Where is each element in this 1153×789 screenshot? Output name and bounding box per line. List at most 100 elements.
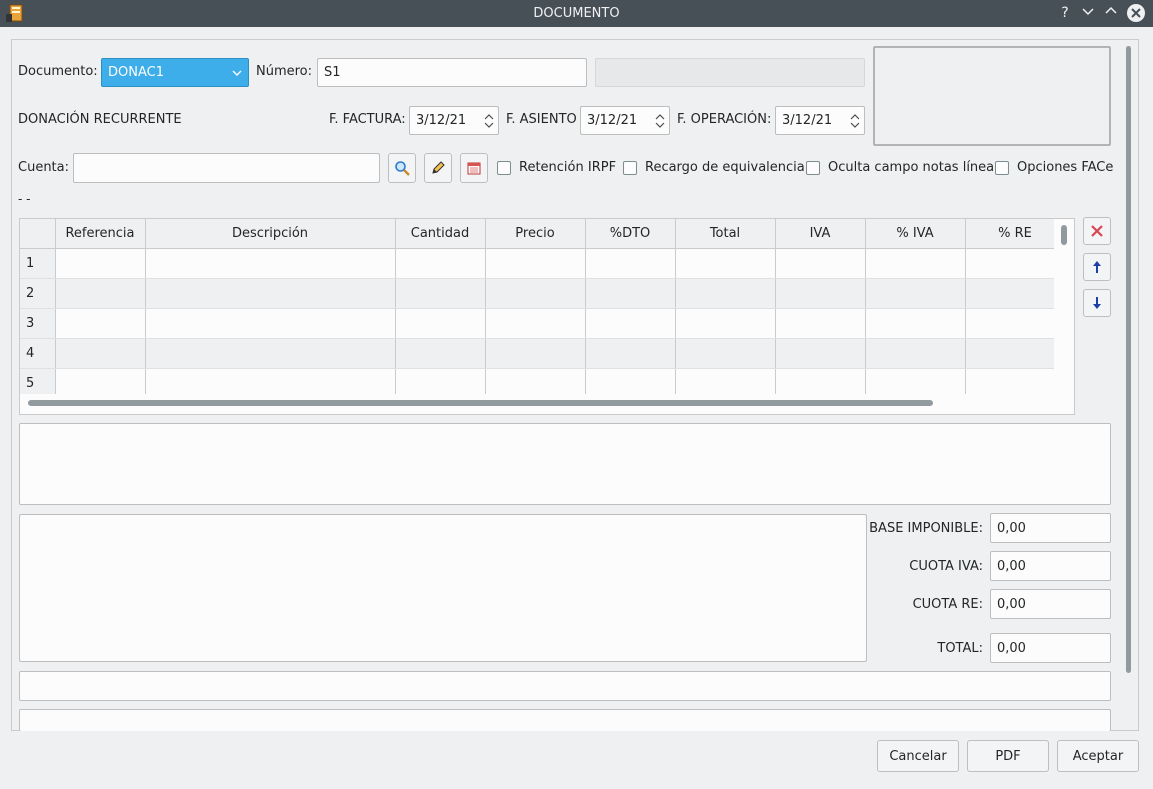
search-account-button[interactable]	[388, 153, 416, 183]
table-cell[interactable]	[485, 308, 586, 339]
cuota-iva-value: 0,00	[997, 558, 1026, 574]
table-cell[interactable]	[585, 248, 676, 279]
f-asiento-label: F. ASIENTO	[506, 112, 577, 127]
chevron-down-icon	[1082, 8, 1094, 16]
line-notes-area[interactable]	[19, 423, 1111, 505]
table-cell[interactable]	[395, 338, 486, 369]
recargo-equivalencia-checkbox[interactable]: Recargo de equivalencia	[623, 160, 805, 175]
table-cell[interactable]	[395, 308, 486, 339]
table-cell[interactable]	[965, 278, 1066, 309]
table-cell[interactable]	[675, 338, 776, 369]
column-header[interactable]: %DTO	[585, 219, 676, 249]
numero-label: Número:	[256, 64, 313, 79]
documento-label: Documento:	[18, 64, 98, 79]
table-cell[interactable]	[865, 338, 966, 369]
spin-arrows-icon[interactable]	[850, 111, 860, 131]
maximize-button[interactable]	[1102, 4, 1120, 22]
table-cell[interactable]	[55, 278, 146, 309]
row-number[interactable]: 4	[20, 338, 56, 369]
table-cell[interactable]	[965, 338, 1066, 369]
calendar-button[interactable]	[460, 153, 488, 183]
minimize-button[interactable]	[1079, 4, 1097, 22]
numero-extra-field	[595, 58, 865, 87]
table-cell[interactable]	[865, 248, 966, 279]
table-vscroll-thumb[interactable]	[1061, 225, 1067, 245]
extra-field-2[interactable]	[19, 709, 1111, 731]
table-hscroll-thumb[interactable]	[28, 400, 933, 406]
table-cell[interactable]	[865, 308, 966, 339]
cuota-iva-field[interactable]: 0,00	[990, 551, 1111, 581]
column-header[interactable]: Cantidad	[395, 219, 486, 249]
row-number[interactable]: 1	[20, 248, 56, 279]
total-field[interactable]: 0,00	[990, 633, 1111, 663]
edit-account-button[interactable]	[424, 153, 452, 183]
table-cell[interactable]	[585, 278, 676, 309]
move-up-button[interactable]	[1083, 253, 1111, 281]
table-cell[interactable]	[485, 248, 586, 279]
table-cell[interactable]	[675, 308, 776, 339]
oculta-notas-checkbox[interactable]: Oculta campo notas línea	[806, 160, 994, 175]
table-cell[interactable]	[775, 308, 866, 339]
f-operacion-date[interactable]: 3/12/21	[775, 106, 865, 135]
cuota-re-field[interactable]: 0,00	[990, 589, 1111, 619]
spin-arrows-icon[interactable]	[655, 111, 665, 131]
table-cell[interactable]	[145, 308, 396, 339]
checkbox-box[interactable]	[623, 160, 637, 175]
f-factura-label: F. FACTURA:	[329, 112, 406, 127]
documento-value: DONAC1	[108, 65, 164, 80]
column-header[interactable]: Total	[675, 219, 776, 249]
accept-button[interactable]: Aceptar	[1057, 740, 1139, 772]
table-cell[interactable]	[485, 338, 586, 369]
checkbox-box[interactable]	[806, 160, 820, 175]
cancel-button[interactable]: Cancelar	[877, 740, 959, 772]
table-cell[interactable]	[775, 248, 866, 279]
table-cell[interactable]	[485, 278, 586, 309]
table-cell[interactable]	[775, 338, 866, 369]
row-number[interactable]: 2	[20, 278, 56, 309]
delete-line-button[interactable]	[1083, 217, 1111, 245]
checkbox-box[interactable]	[995, 160, 1009, 175]
column-header[interactable]: % RE	[965, 219, 1066, 249]
pdf-button[interactable]: PDF	[967, 740, 1049, 772]
column-header[interactable]: Descripción	[145, 219, 396, 249]
table-cell[interactable]	[965, 248, 1066, 279]
table-cell[interactable]	[395, 278, 486, 309]
notes-textarea[interactable]	[19, 514, 867, 662]
column-header[interactable]: Referencia	[55, 219, 146, 249]
table-cell[interactable]	[675, 278, 776, 309]
table-cell[interactable]	[395, 248, 486, 279]
table-cell[interactable]	[585, 338, 676, 369]
f-factura-date[interactable]: 3/12/21	[409, 106, 499, 135]
table-row: 3	[20, 308, 1066, 339]
table-cell[interactable]	[675, 248, 776, 279]
table-cell[interactable]	[585, 308, 676, 339]
main-scrollbar[interactable]	[1126, 46, 1131, 673]
spin-arrows-icon[interactable]	[484, 111, 494, 131]
checkbox-box[interactable]	[497, 160, 511, 175]
close-button[interactable]	[1127, 4, 1145, 22]
retencion-irpf-checkbox[interactable]: Retención IRPF	[497, 160, 616, 175]
row-number[interactable]: 3	[20, 308, 56, 339]
opciones-face-checkbox[interactable]: Opciones FACe	[995, 160, 1113, 175]
cuenta-input[interactable]	[73, 153, 380, 183]
table-cell[interactable]	[145, 278, 396, 309]
move-down-button[interactable]	[1083, 289, 1111, 317]
table-cell[interactable]	[865, 278, 966, 309]
help-button[interactable]: ?	[1056, 4, 1074, 22]
cuenta-info: - -	[18, 192, 31, 206]
table-cell[interactable]	[55, 248, 146, 279]
column-header[interactable]: Precio	[485, 219, 586, 249]
f-asiento-date[interactable]: 3/12/21	[580, 106, 670, 135]
extra-field-1[interactable]	[19, 671, 1111, 701]
table-cell[interactable]	[55, 338, 146, 369]
table-cell[interactable]	[145, 248, 396, 279]
table-cell[interactable]	[775, 278, 866, 309]
column-header[interactable]: % IVA	[865, 219, 966, 249]
documento-combo[interactable]: DONAC1	[101, 58, 249, 87]
table-cell[interactable]	[145, 338, 396, 369]
numero-input[interactable]: S1	[317, 58, 587, 87]
table-cell[interactable]	[965, 308, 1066, 339]
base-imponible-field[interactable]: 0,00	[990, 513, 1111, 543]
column-header[interactable]: IVA	[775, 219, 866, 249]
table-cell[interactable]	[55, 308, 146, 339]
